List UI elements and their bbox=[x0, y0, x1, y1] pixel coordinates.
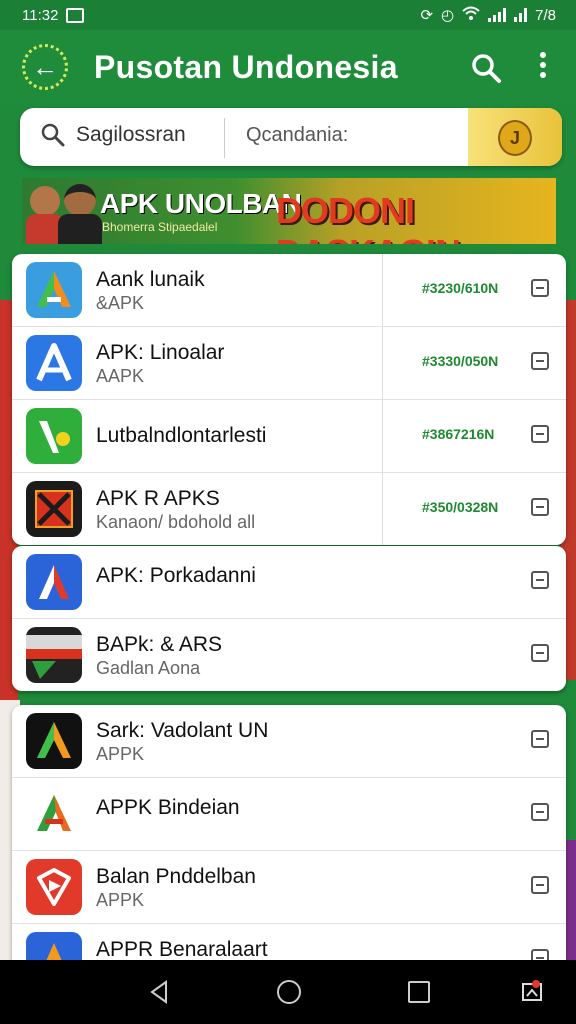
column-divider bbox=[382, 327, 383, 399]
item-title: BAPk: & ARS bbox=[96, 633, 223, 656]
remove-button[interactable] bbox=[531, 949, 549, 960]
remove-button[interactable] bbox=[531, 876, 549, 894]
item-title: Sark: Vadolant UN bbox=[96, 719, 269, 742]
list-item[interactable]: APK: Porkadanni bbox=[12, 546, 566, 619]
item-price: #3230/610N bbox=[422, 280, 499, 296]
banner-subtitle: Bhomerra Stipaedalel bbox=[102, 220, 218, 234]
alarm-icon: ◴ bbox=[441, 7, 455, 24]
a-logo-blue-icon bbox=[26, 335, 82, 391]
remove-button[interactable] bbox=[531, 571, 549, 589]
search-field-text: Sagilossran bbox=[76, 123, 186, 146]
search-icon[interactable] bbox=[470, 52, 502, 89]
emblem-badge-icon[interactable]: J bbox=[498, 120, 532, 156]
a-logo-tricolor-icon bbox=[26, 786, 82, 842]
nav-assistant-icon[interactable] bbox=[520, 978, 546, 1004]
list-item[interactable]: Balan Pnddelban APPK bbox=[12, 851, 566, 924]
item-subtitle: APPK bbox=[96, 744, 145, 764]
play-logo-red-icon bbox=[26, 859, 82, 915]
item-title: APK: Linoalar bbox=[96, 341, 225, 364]
search-field[interactable]: Sagilossran bbox=[40, 122, 186, 148]
remove-button[interactable] bbox=[531, 352, 549, 370]
badge-area: J bbox=[468, 108, 562, 166]
item-title: Aank lunaik bbox=[96, 268, 205, 291]
list-item[interactable]: Sark: Vadolant UN APPK bbox=[12, 705, 566, 778]
signal-icon bbox=[488, 8, 507, 22]
search-divider bbox=[224, 118, 225, 158]
nav-back-icon[interactable] bbox=[148, 980, 170, 1009]
gallery-icon bbox=[66, 7, 85, 23]
list-item[interactable]: Lutbalndlontarlesti #3867216N bbox=[12, 400, 566, 473]
remove-button[interactable] bbox=[531, 498, 549, 516]
sync-icon: ⟳ bbox=[420, 7, 434, 24]
x-logo-red-icon bbox=[26, 481, 82, 537]
check-logo-green-icon bbox=[26, 408, 82, 464]
list-item[interactable]: APK R APKS Kanaon/ bdohold all #350/0328… bbox=[12, 473, 566, 545]
banner-title-right: DODONI DASKAGIN bbox=[276, 190, 461, 244]
item-title: APK R APKS bbox=[96, 487, 220, 510]
column-divider bbox=[382, 400, 383, 472]
app-list-card-3: Sark: Vadolant UN APPK APPK Bindeian Bal… bbox=[12, 705, 566, 960]
nav-home-icon[interactable] bbox=[277, 980, 301, 1004]
item-title: Balan Pnddelban bbox=[96, 865, 256, 888]
item-subtitle: AAPK bbox=[96, 366, 145, 386]
signal-icon-2 bbox=[514, 8, 528, 22]
status-icons: ⟳ ◴ 7/8 bbox=[420, 6, 556, 25]
column-divider bbox=[382, 473, 383, 545]
item-price: #350/0328N bbox=[422, 499, 499, 515]
item-subtitle: Kanaon/ bdohold all bbox=[96, 512, 256, 532]
item-subtitle: APPK bbox=[96, 890, 145, 910]
item-subtitle: &APK bbox=[96, 293, 145, 313]
nav-recents-icon[interactable] bbox=[408, 981, 430, 1003]
column-divider bbox=[382, 254, 383, 326]
banner-people-image bbox=[26, 180, 110, 244]
list-item[interactable]: APPK Bindeian bbox=[12, 778, 566, 851]
secondary-search-input[interactable]: Qcandania: bbox=[246, 124, 348, 147]
item-price: #3867216N bbox=[422, 426, 495, 442]
status-bar: 11:32 ⟳ ◴ 7/8 bbox=[0, 0, 576, 30]
item-title: Lutbalndlontarlesti bbox=[96, 424, 267, 447]
wifi-icon bbox=[462, 6, 480, 24]
remove-button[interactable] bbox=[531, 425, 549, 443]
list-item[interactable]: APK: Linoalar AAPK #3330/050N bbox=[12, 327, 566, 400]
promo-banner[interactable]: APK UNOLBAN Bhomerra Stipaedalel DODONI … bbox=[22, 178, 556, 244]
a-logo-blue-orange-icon bbox=[26, 932, 82, 960]
list-item[interactable]: BAPk: & ARS Gadlan Aona bbox=[12, 619, 566, 691]
status-time: 11:32 bbox=[22, 6, 59, 24]
item-title: APPK Bindeian bbox=[96, 796, 240, 819]
app-list-card-2: APK: Porkadanni BAPk: & ARS Gadlan Aona bbox=[12, 546, 566, 691]
banner-title-left: APK UNOLBAN bbox=[100, 188, 302, 219]
remove-button[interactable] bbox=[531, 644, 549, 662]
system-nav-bar bbox=[0, 960, 576, 1024]
item-title: APK: Porkadanni bbox=[96, 564, 256, 587]
search-icon bbox=[41, 123, 65, 147]
app-list-card-1: Aank lunaik &APK #3230/610N APK: Linoala… bbox=[12, 254, 566, 545]
more-options-icon[interactable] bbox=[540, 52, 548, 82]
battery-text: 7/8 bbox=[535, 6, 556, 24]
remove-button[interactable] bbox=[531, 730, 549, 748]
item-subtitle: Gadlan Aona bbox=[96, 658, 201, 678]
item-title: APPR Benaralaart bbox=[96, 938, 268, 960]
a-logo-blue-red-icon bbox=[26, 554, 82, 610]
item-price: #3330/050N bbox=[422, 353, 499, 369]
app-bar: ← Pusotan Undonesia bbox=[0, 30, 576, 104]
remove-button[interactable] bbox=[531, 279, 549, 297]
a-logo-dark-icon bbox=[26, 713, 82, 769]
list-item[interactable]: Aank lunaik &APK #3230/610N bbox=[12, 254, 566, 327]
a-logo-orange-green-icon bbox=[26, 262, 82, 318]
page-title: Pusotan Undonesia bbox=[94, 48, 398, 85]
list-item[interactable]: APPR Benaralaart bbox=[12, 924, 566, 960]
back-arrow-icon[interactable]: ← bbox=[22, 44, 68, 90]
search-bar: Sagilossran Qcandania: J bbox=[20, 108, 562, 166]
remove-button[interactable] bbox=[531, 803, 549, 821]
flag-logo-icon bbox=[26, 627, 82, 683]
